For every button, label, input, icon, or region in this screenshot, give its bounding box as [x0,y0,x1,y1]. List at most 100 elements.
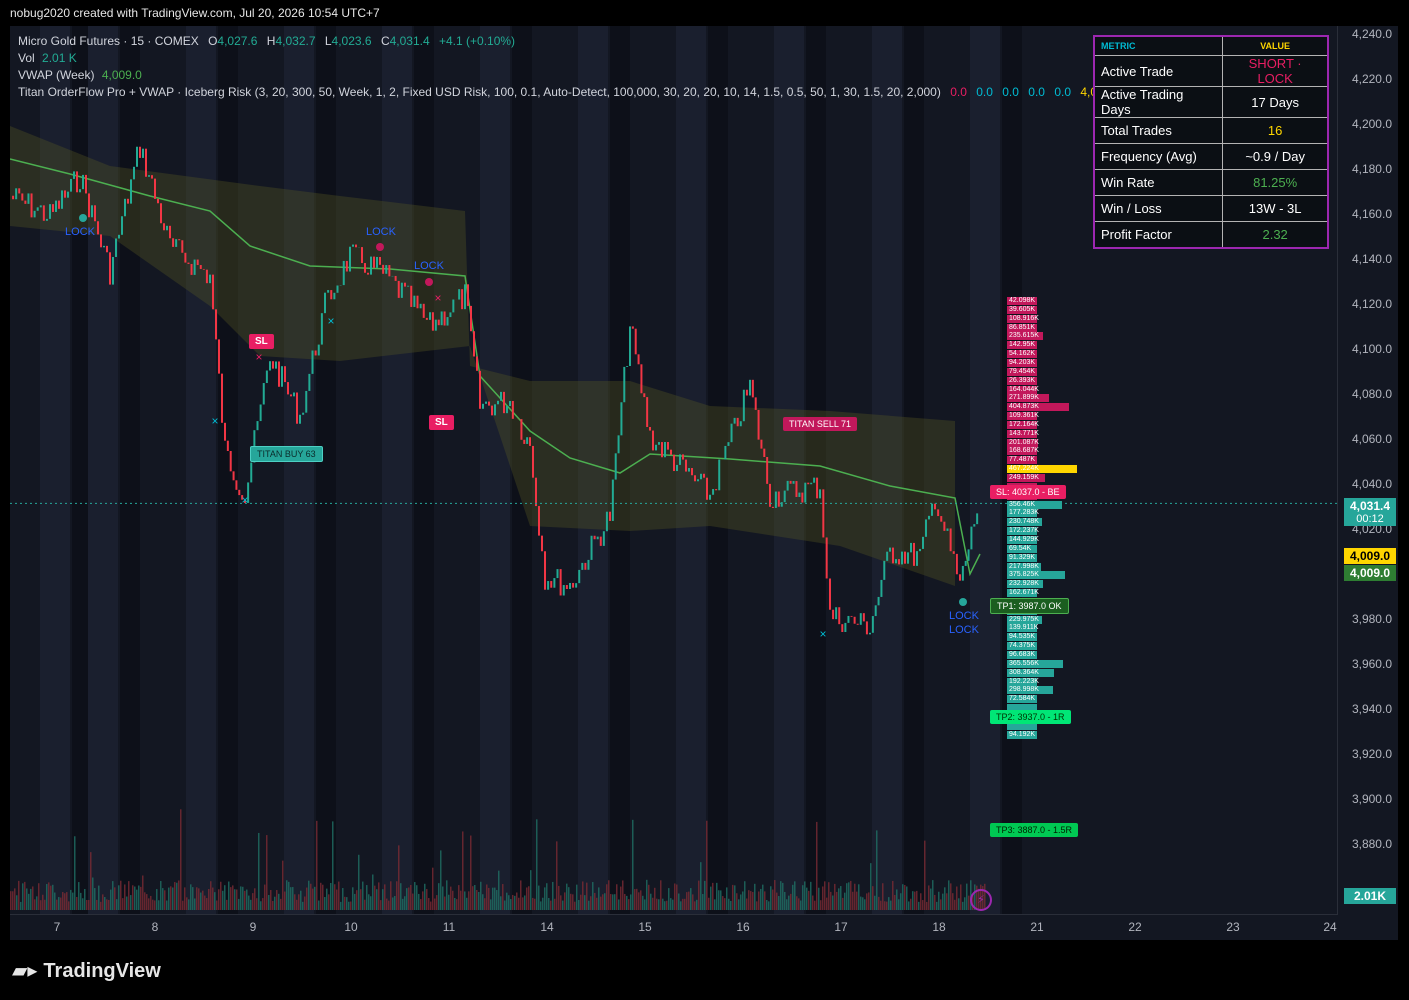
volume-bar [618,899,620,910]
stop-loss-label[interactable]: SL [249,334,274,349]
volume-bar [146,894,148,910]
volume-bar [740,894,742,910]
volume-bar [760,888,762,910]
volume-bar [164,890,166,910]
volume-bar [346,897,348,910]
price-axis[interactable]: 4,240.0 4,220.0 4,200.0 4,180.0 4,160.0 4,140… [1337,26,1398,914]
volume-bar [914,891,916,910]
open-value: 4,027.6 [217,34,258,48]
price-tick: 4,160.0 [1351,207,1392,221]
lock-label: LOCK [414,260,444,272]
volume-bar [176,882,178,910]
volume-profile-label: 162.671K [1009,589,1039,597]
volume-bar [104,897,106,910]
volume-bar [736,893,738,910]
volume-bar [850,880,852,910]
volume-bar [158,900,160,910]
chart-frame[interactable]: × × × × × × Micro Gold Futures · 15 · COMEX O… [10,26,1398,940]
volume-bar [282,860,284,910]
volume-profile-label: 94.535K [1009,633,1036,641]
symbol-legend[interactable]: Micro Gold Futures · 15 · COMEX O4,027.6… [18,34,515,48]
volume-bar [552,881,554,910]
volume-bar [394,895,396,910]
volume-bar [862,897,864,910]
volume-bar [586,882,588,910]
volume-bar [92,877,94,910]
volume-bar [308,880,310,910]
stats-table: METRIC VALUE Active Trade SHORT · LOCK Ac… [1093,35,1329,249]
volume-bar [364,899,366,910]
volume-bar [936,901,938,910]
volume-bar [932,880,934,910]
volume-bar [170,886,172,910]
sl-level-tag[interactable]: SL: 4037.0 - BE [990,485,1066,499]
vwap-legend[interactable]: VWAP (Week) 4,009.0 [18,68,142,82]
volume-bar [430,901,432,910]
volume-bar [532,897,534,910]
volume-bar [774,880,776,910]
stats-value: SHORT · LOCK [1222,55,1329,87]
volume-bar [410,884,412,910]
volume-bar [958,898,960,910]
volume-bar [670,898,672,910]
time-tick: 7 [53,920,61,934]
volume-bar [962,901,964,910]
volume-bar [290,887,292,910]
volume-profile-label: 271.899K [1009,394,1039,402]
plot-area[interactable]: × × × × × × Micro Gold Futures · 15 · COMEX O… [10,26,1338,914]
volume-bar [580,894,582,910]
volume-bar [124,884,126,910]
volume-bar [256,898,258,910]
volume-bar [204,895,206,910]
volume-bar [646,879,648,910]
tp1-tag[interactable]: TP1: 3987.0 OK [990,598,1069,614]
volume-bar [800,900,802,910]
volume-profile-label: 74.375K [1009,642,1036,650]
volume-bar [260,901,262,910]
volume-bar [896,889,898,910]
volume-bar [664,901,666,910]
volume-profile-label: 96.683K [1009,651,1036,658]
volume-bar [798,898,800,910]
lightning-icon[interactable]: ⚡ [970,889,992,911]
price-tick: 4,100.0 [1351,342,1392,356]
volume-profile-label: 79.454K [1009,367,1036,375]
tp2-tag[interactable]: TP2: 3937.0 - 1R [990,710,1071,724]
volume-bar [406,888,408,910]
volume-bar [330,882,332,910]
time-axis[interactable]: 7 8 9 10 11 14 15 16 17 18 21 22 23 24 [10,914,1338,940]
price-tick: 3,980.0 [1351,612,1392,626]
volume-bar [634,889,636,910]
volume-bar [524,895,526,910]
volume-bar [78,882,80,910]
indicator-legend[interactable]: Titan OrderFlow Pro + VWAP · Iceberg Ris… [18,85,1120,99]
volume-bar [582,881,584,910]
volume-bar [470,835,472,910]
session-dark [414,26,434,914]
volume-bar [966,883,968,910]
volume-bar [122,898,124,910]
volume-bar [602,894,604,910]
volume-bar [716,882,718,910]
volume-bar [108,899,110,910]
volume-bar [224,885,226,910]
volume-bar [542,897,544,910]
volume-bar [812,895,814,910]
volume-profile-label: 77.487K [1009,456,1036,464]
volume-bar [252,893,254,910]
volume-bar [898,899,900,910]
volume-profile-label: 172.237K [1009,527,1039,535]
volume-bar [816,821,818,910]
tp3-tag[interactable]: TP3: 3887.0 - 1.5R [990,823,1079,837]
volume-legend[interactable]: Vol 2.01 K [18,51,77,65]
titan-buy-label[interactable]: TITAN BUY 63 [250,446,323,462]
volume-bar [80,892,82,910]
volume-bar [502,884,504,910]
stop-loss-label[interactable]: SL [429,415,454,430]
stats-metric: Win Rate [1093,169,1224,196]
volume-bar [808,890,810,910]
volume-bar [558,885,560,910]
volume-bar [434,898,436,910]
volume-bar [74,836,76,910]
titan-sell-label[interactable]: TITAN SELL 71 [783,417,858,431]
